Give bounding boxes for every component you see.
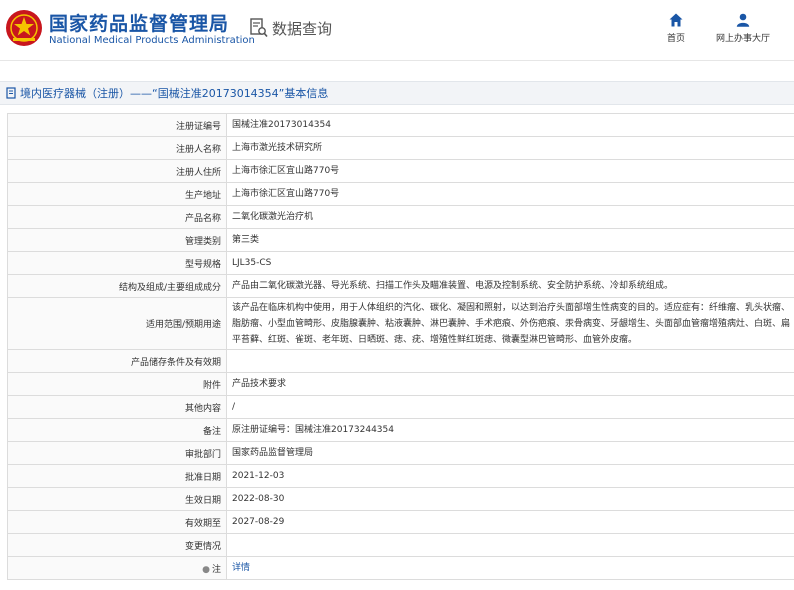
nav-home-label: 首页 bbox=[666, 34, 685, 44]
emblem-logo bbox=[6, 10, 42, 46]
row-value: 国械注准20173014354 bbox=[226, 113, 794, 137]
table-row: 审批部门 国家药品监督管理局 bbox=[7, 441, 794, 465]
user-icon bbox=[736, 13, 750, 27]
table-row: 附件 产品技术要求 bbox=[7, 372, 794, 396]
row-value: 国家药品监督管理局 bbox=[226, 441, 794, 465]
brand-title-en: National Medical Products Administration bbox=[49, 35, 255, 46]
data-query-label: 数据查询 bbox=[272, 19, 333, 38]
row-label: 产品名称 bbox=[7, 205, 227, 229]
row-label: 结构及组成/主要组成成分 bbox=[7, 274, 227, 298]
table-row: 批准日期 2021-12-03 bbox=[7, 464, 794, 488]
breadcrumb-text: 境内医疗器械（注册）——“国械注准20173014354”基本信息 bbox=[20, 87, 329, 100]
table-row: ● 注 详情 bbox=[7, 556, 794, 580]
home-icon bbox=[669, 13, 683, 27]
table-row: 有效期至 2027-08-29 bbox=[7, 510, 794, 534]
row-label: 审批部门 bbox=[7, 441, 227, 465]
row-label: 注册人住所 bbox=[7, 159, 227, 183]
note-label: 注 bbox=[211, 564, 221, 575]
row-value: 上海市激光技术研究所 bbox=[226, 136, 794, 160]
table-row: 生效日期 2022-08-30 bbox=[7, 487, 794, 511]
row-value: 第三类 bbox=[226, 228, 794, 252]
star-icon: ● bbox=[202, 564, 210, 575]
table-row: 注册人住所 上海市徐汇区宜山路770号 bbox=[7, 159, 794, 183]
row-value: 产品由二氧化碳激光器、导光系统、扫描工作头及瞄准装置、电源及控制系统、安全防护系… bbox=[226, 274, 794, 298]
detail-table: 注册证编号 国械注准20173014354 注册人名称 上海市激光技术研究所 注… bbox=[7, 113, 794, 580]
row-label: 管理类别 bbox=[7, 228, 227, 252]
table-row: 生产地址 上海市徐汇区宜山路770号 bbox=[7, 182, 794, 206]
row-value: 2022-08-30 bbox=[226, 487, 794, 511]
row-value: 上海市徐汇区宜山路770号 bbox=[226, 159, 794, 183]
row-value: 二氧化碳激光治疗机 bbox=[226, 205, 794, 229]
row-label: 生产地址 bbox=[7, 182, 227, 206]
document-icon bbox=[6, 87, 16, 99]
table-row: 产品名称 二氧化碳激光治疗机 bbox=[7, 205, 794, 229]
row-value bbox=[226, 533, 794, 557]
detail-panel: 注册证编号 国械注准20173014354 注册人名称 上海市激光技术研究所 注… bbox=[7, 113, 794, 580]
row-value: 该产品在临床机构中使用，用于人体组织的汽化、碳化、凝固和照射，以达到治疗头面部增… bbox=[226, 297, 794, 350]
site-header: 国家药品监督管理局 National Medical Products Admi… bbox=[0, 0, 794, 61]
row-value: 上海市徐汇区宜山路770号 bbox=[226, 182, 794, 206]
row-label: 有效期至 bbox=[7, 510, 227, 534]
row-label: 型号规格 bbox=[7, 251, 227, 275]
row-value: 产品技术要求 bbox=[226, 372, 794, 396]
row-label: 其他内容 bbox=[7, 395, 227, 419]
table-row: 型号规格 LJL35-CS bbox=[7, 251, 794, 275]
note-value-cell: 详情 bbox=[226, 556, 794, 580]
table-row: 注册证编号 国械注准20173014354 bbox=[7, 113, 794, 137]
table-row: 变更情况 bbox=[7, 533, 794, 557]
row-value: 原注册证编号：国械注准20173244354 bbox=[226, 418, 794, 442]
table-row: 备注 原注册证编号：国械注准20173244354 bbox=[7, 418, 794, 442]
row-label: 附件 bbox=[7, 372, 227, 396]
table-row: 产品储存条件及有效期 bbox=[7, 349, 794, 373]
data-query-link[interactable]: 数据查询 bbox=[250, 17, 332, 39]
table-row: 注册人名称 上海市激光技术研究所 bbox=[7, 136, 794, 160]
row-label: 适用范围/预期用途 bbox=[7, 297, 227, 350]
details-link[interactable]: 详情 bbox=[232, 563, 250, 573]
row-label: 变更情况 bbox=[7, 533, 227, 557]
table-row: 适用范围/预期用途 该产品在临床机构中使用，用于人体组织的汽化、碳化、凝固和照射… bbox=[7, 297, 794, 350]
row-label: 备注 bbox=[7, 418, 227, 442]
row-value: / bbox=[226, 395, 794, 419]
row-label: 批准日期 bbox=[7, 464, 227, 488]
row-label: 注册人名称 bbox=[7, 136, 227, 160]
row-label: 产品储存条件及有效期 bbox=[7, 349, 227, 373]
row-label: 注册证编号 bbox=[7, 113, 227, 137]
brand-title-cn: 国家药品监督管理局 bbox=[49, 13, 230, 35]
document-search-icon bbox=[250, 18, 268, 38]
table-row: 结构及组成/主要组成成分 产品由二氧化碳激光器、导光系统、扫描工作头及瞄准装置、… bbox=[7, 274, 794, 298]
nav-home[interactable]: 首页 bbox=[664, 13, 688, 44]
row-value: 2027-08-29 bbox=[226, 510, 794, 534]
table-row: 其他内容 / bbox=[7, 395, 794, 419]
nav-online-hall-label: 网上办事大厅 bbox=[715, 34, 770, 44]
breadcrumb: 境内医疗器械（注册）——“国械注准20173014354”基本信息 bbox=[0, 81, 794, 105]
table-row: 管理类别 第三类 bbox=[7, 228, 794, 252]
row-label: 生效日期 bbox=[7, 487, 227, 511]
note-label-cell: ● 注 bbox=[7, 556, 227, 580]
row-value bbox=[226, 349, 794, 373]
row-value: 2021-12-03 bbox=[226, 464, 794, 488]
row-value: LJL35-CS bbox=[226, 251, 794, 275]
nav-online-hall[interactable]: 网上办事大厅 bbox=[712, 13, 774, 44]
